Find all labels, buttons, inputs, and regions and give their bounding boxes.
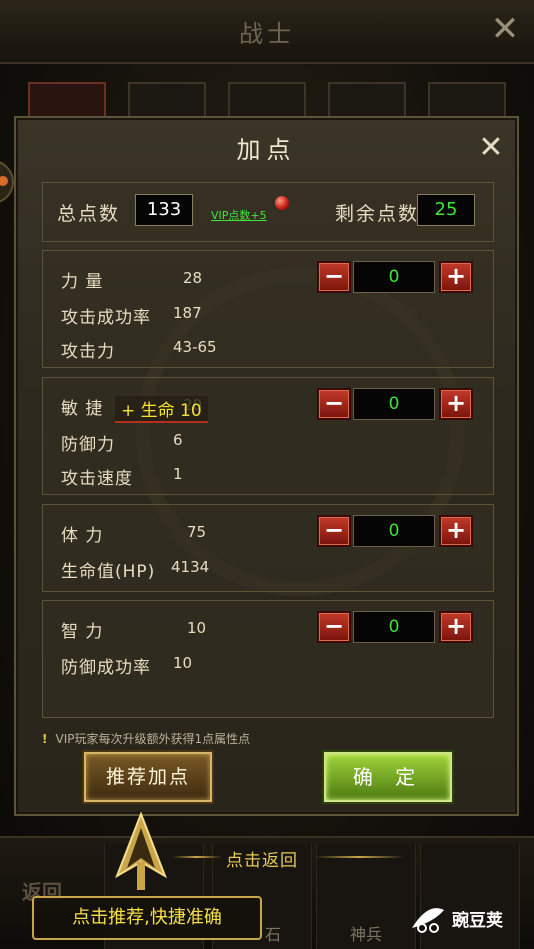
stat-group-agility: 敏 捷 20 + 生命 10 − 0 + 防御力 6 攻击速度 1: [42, 377, 494, 495]
equipment-tab[interactable]: [428, 82, 506, 116]
remaining-points-value: 25: [417, 194, 475, 226]
derived-value: 1: [173, 465, 183, 483]
points-summary: 总点数 133 VIP点数+5 剩余点数 25: [42, 182, 494, 242]
stat-name: 智 力: [61, 622, 104, 642]
bottom-slot[interactable]: 神兵: [316, 844, 416, 949]
minus-button[interactable]: −: [317, 261, 351, 293]
stat-value: 75: [187, 523, 207, 541]
exclamation-icon: !: [42, 732, 48, 746]
divider: [314, 856, 404, 858]
total-points-value: 133: [135, 194, 193, 226]
guide-tooltip: 点击推荐,快捷准确: [32, 896, 262, 940]
derived-name: 攻击力: [61, 342, 115, 362]
watermark: 豌豆荚: [408, 900, 528, 936]
top-bar: 战士 ✕: [0, 0, 534, 64]
derived-name: 生命值(HP): [61, 562, 156, 582]
derived-name: 攻击速度: [61, 469, 133, 489]
stat-name: 敏 捷: [61, 399, 104, 419]
wandoujia-logo-icon: [412, 908, 444, 933]
equipment-tabs: [28, 82, 508, 116]
vip-bonus-link[interactable]: VIP点数+5: [211, 207, 267, 223]
derived-name: 防御力: [61, 435, 115, 455]
equipment-tab[interactable]: [28, 82, 106, 116]
derived-value: 187: [173, 304, 202, 322]
recommend-button[interactable]: 推荐加点: [84, 752, 212, 802]
divider: [172, 856, 222, 858]
minus-button[interactable]: −: [317, 611, 351, 643]
derived-value: 6: [173, 431, 183, 449]
dialog-title: 加点: [236, 136, 297, 164]
plus-button[interactable]: +: [439, 515, 473, 547]
stat-group-strength: 力 量 28 − 0 + 攻击成功率 187 攻击力 43-65: [42, 250, 494, 368]
equipment-tab[interactable]: [328, 82, 406, 116]
close-icon[interactable]: ✕: [488, 12, 522, 46]
stat-name: 力 量: [61, 272, 104, 292]
plus-button[interactable]: +: [439, 611, 473, 643]
vip-note: ! VIP玩家每次升级额外获得1点属性点: [42, 730, 250, 747]
alloc-input[interactable]: 0: [353, 611, 435, 643]
ruby-gem-icon: [275, 196, 289, 210]
plus-button[interactable]: +: [439, 261, 473, 293]
stat-value: 28: [183, 269, 203, 287]
vip-note-text: VIP玩家每次升级额外获得1点属性点: [55, 732, 251, 746]
derived-value: 4134: [171, 558, 210, 576]
confirm-button[interactable]: 确 定: [324, 752, 452, 802]
alloc-input[interactable]: 0: [353, 388, 435, 420]
watermark-text: 豌豆荚: [452, 911, 503, 931]
stat-name: 体 力: [61, 526, 104, 546]
dialog-close-icon[interactable]: ✕: [475, 132, 507, 164]
derived-name: 防御成功率: [61, 658, 151, 678]
float-bonus-tip: + 生命 10: [115, 396, 208, 423]
derived-name: 攻击成功率: [61, 308, 151, 328]
remaining-points-label: 剩余点数: [335, 203, 420, 225]
stat-group-intelligence: 智 力 10 − 0 + 防御成功率 10: [42, 600, 494, 718]
minus-button[interactable]: −: [317, 515, 351, 547]
derived-value: 10: [173, 654, 193, 672]
page-title: 战士: [239, 20, 295, 48]
stat-group-vitality: 体 力 75 − 0 + 生命值(HP) 4134: [42, 504, 494, 592]
total-points-label: 总点数: [57, 203, 121, 225]
plus-button[interactable]: +: [439, 388, 473, 420]
equipment-tab[interactable]: [128, 82, 206, 116]
stat-value: 10: [187, 619, 207, 637]
slot-label: 神兵: [349, 925, 382, 944]
up-arrow-icon[interactable]: [113, 812, 169, 892]
derived-value: 43-65: [173, 338, 217, 356]
add-points-dialog: 加点 ✕ 总点数 133 VIP点数+5 剩余点数 25 力 量 28 − 0 …: [14, 116, 519, 816]
back-hint-label[interactable]: 点击返回: [226, 846, 298, 871]
equipment-tab[interactable]: [228, 82, 306, 116]
alloc-input[interactable]: 0: [353, 261, 435, 293]
minus-button[interactable]: −: [317, 388, 351, 420]
alloc-input[interactable]: 0: [353, 515, 435, 547]
